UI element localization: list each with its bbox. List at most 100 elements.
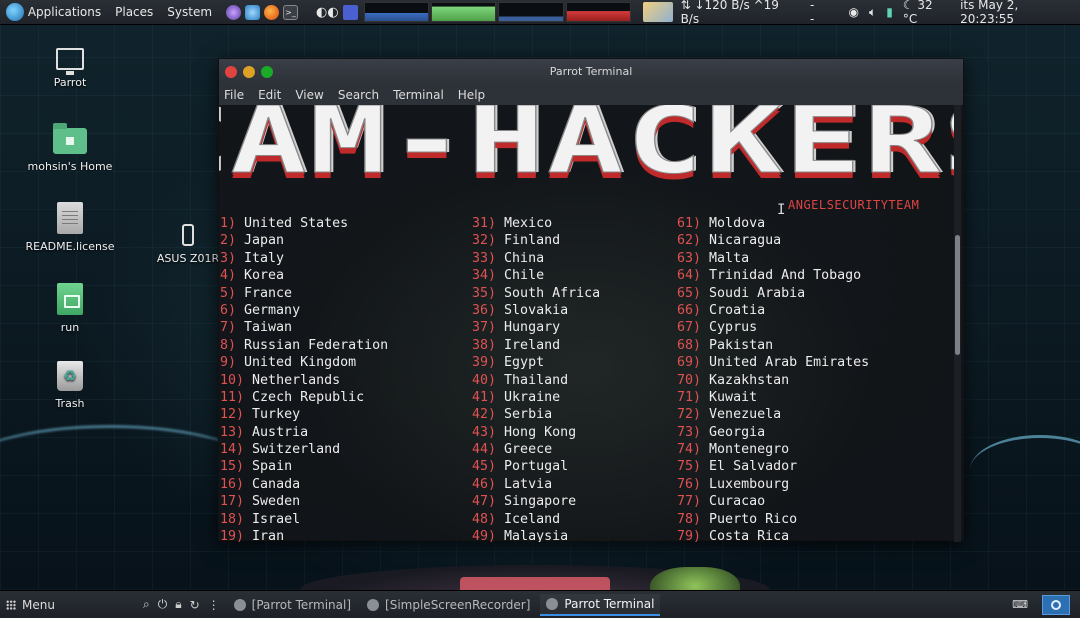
country-row: 36) Slovakia [472,302,600,319]
country-number: 40) [472,372,497,388]
country-column-3: 61) Moldova 62) Nicaragua 63) Malta 64) Tri… [677,215,869,542]
search-icon[interactable]: ⌕ [143,597,150,612]
country-number: 3) [220,250,237,266]
maximize-button[interactable] [261,65,273,78]
country-name: Croatia [709,302,766,318]
ascii-banner: CAM-HACKERS [219,105,954,195]
desktop-icon-run[interactable]: run [20,283,120,334]
country-row: 67) Cyprus [677,319,869,336]
country-number: 48) [472,511,497,527]
menu-search[interactable]: Search [338,88,379,102]
terminal-icon[interactable]: >_ [283,4,299,20]
country-number: 16) [220,476,245,492]
country-name: Italy [244,250,285,266]
app-launcher-icon[interactable] [226,4,242,20]
screen-thumbnail[interactable] [642,2,673,22]
file-manager-icon[interactable] [245,4,261,20]
country-number: 17) [220,494,245,510]
desktop-icon-parrot[interactable]: Parrot [20,48,120,89]
country-row: 61) Moldova [677,215,869,232]
country-row: 47) Singapore [472,493,600,510]
country-number: 14) [220,442,245,458]
menu-button[interactable]: Menu [6,598,55,612]
country-number: 9) [220,355,237,371]
desktop-icon-label: Trash [55,397,85,410]
country-name: Switzerland [252,442,341,458]
country-number: 49) [472,529,497,542]
keyboard-layout-icon[interactable]: ⌨ [1012,598,1028,611]
clock[interactable]: its May 2, 20:23:55 [960,0,1074,26]
country-row: 42) Serbia [472,406,600,423]
terminal-output[interactable]: CAM-HACKERS I ANGELSECURITYTEAM 1) Unite… [219,105,954,542]
country-name: Spain [252,459,293,475]
country-number: 15) [220,459,245,475]
power-icon[interactable]: ⏻ [158,597,168,612]
country-number: 78) [677,511,702,527]
terminal-scrollbar[interactable] [954,105,961,542]
country-number: 45) [472,459,497,475]
desktop-icon-label: run [60,321,80,334]
phone-device-icon [182,224,194,246]
menu-places[interactable]: Places [115,5,153,19]
volume-icon[interactable]: 🔈︎ [869,5,876,20]
country-row: 44) Greece [472,441,600,458]
window-titlebar[interactable]: Parrot Terminal [219,59,963,84]
country-row: 64) Trinidad And Tobago [677,267,869,284]
country-number: 63) [677,250,702,266]
network-speed-indicator: ⇅ ↓120 B/s ^19 B/s [680,0,779,26]
country-row: 78) Puerto Rico [677,511,869,528]
country-number: 41) [472,389,497,405]
country-name: United Kingdom [244,355,357,371]
desktop-icon-label: Parrot [53,76,87,89]
menu-view[interactable]: View [295,88,323,102]
desktop-icon-trash[interactable]: ♻ Trash [20,361,120,410]
parrot-logo-icon[interactable] [6,3,24,21]
country-row: 19) Iran [220,528,388,542]
network-manager-icon[interactable]: ◉ [849,5,859,19]
menu-help[interactable]: Help [458,88,485,102]
computer-icon [56,48,84,75]
country-name: Chile [504,268,545,284]
country-number: 69) [677,355,702,371]
firefox-icon[interactable] [264,4,280,20]
metasploit-icon[interactable] [342,4,358,20]
country-name: Latvia [504,476,553,492]
task-parrot-terminal[interactable]: Parrot Terminal [540,593,661,616]
task-simplescreenrecorder[interactable]: [SimpleScreenRecorder] [361,594,536,616]
menu-file[interactable]: File [224,88,244,102]
desktop-icon-label: README.license [25,240,115,253]
lock-icon[interactable]: 🔒︎ [175,597,181,612]
country-number: 62) [677,233,702,249]
system-monitor-icon[interactable]: ◐◐ [316,5,339,20]
menu-system[interactable]: System [167,5,212,19]
battery-icon[interactable]: ▮ [886,5,893,19]
country-row: 4) Korea [220,267,388,284]
country-row: 77) Curacao [677,493,869,510]
workspace-switcher[interactable] [1042,594,1070,615]
country-row: 40) Thailand [472,372,600,389]
scrollbar-thumb[interactable] [955,235,960,355]
banner-text: CAM-HACKERS [219,105,954,194]
country-number: 10) [220,372,245,388]
country-number: 71) [677,389,702,405]
country-number: 75) [677,459,702,475]
desktop-icon-readme[interactable]: README.license [20,202,120,253]
country-number: 77) [677,494,702,510]
drag-handle-icon[interactable]: ⋮ [208,598,220,612]
menu-terminal[interactable]: Terminal [393,88,444,102]
country-number: 70) [677,372,702,388]
desktop-icon-home[interactable]: mohsin's Home [20,123,120,173]
menu-edit[interactable]: Edit [258,88,281,102]
country-row: 46) Latvia [472,476,600,493]
minimize-button[interactable] [243,65,255,78]
country-row: 10) Netherlands [220,372,388,389]
task-parrot-terminal-bracketed[interactable]: [Parrot Terminal] [228,594,357,616]
weather-indicator[interactable]: ☾ 32 °C [903,0,950,26]
close-button[interactable] [225,65,237,78]
country-row: 33) China [472,250,600,267]
country-row: 65) Soudi Arabia [677,285,869,302]
refresh-icon[interactable]: ↻ [190,598,200,612]
network-graph [498,2,564,22]
country-number: 74) [677,442,702,458]
menu-applications[interactable]: Applications [28,5,101,19]
